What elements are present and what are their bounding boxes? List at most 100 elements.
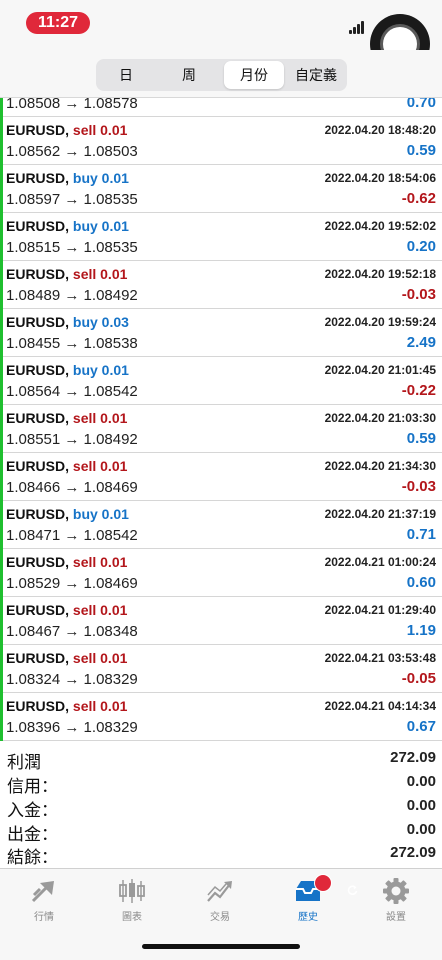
deal-profit: 0.60 bbox=[406, 574, 436, 591]
tab-history[interactable]: 歷史 bbox=[264, 869, 358, 929]
deal-row[interactable]: EURUSD, buy 0.01 2022.04.20 21:37:19 1.084… bbox=[0, 501, 442, 549]
deal-profit: 0.67 bbox=[406, 718, 436, 735]
deal-accent-bar bbox=[0, 117, 3, 165]
deal-title: EURUSD, sell 0.01 bbox=[6, 122, 127, 138]
deal-row[interactable]: EURUSD, sell 0.01 2022.04.20 19:52:18 1.08… bbox=[0, 261, 442, 309]
summary-value: 0.00 bbox=[406, 773, 436, 790]
deal-row[interactable]: EURUSD, buy 0.01 2022.04.20 21:01:45 1.085… bbox=[0, 357, 442, 405]
settings-icon bbox=[383, 878, 409, 904]
summary-label: 出金： bbox=[7, 825, 58, 844]
deal-row[interactable]: EURUSD, sell 0.01 2022.04.20 21:03:30 1.08… bbox=[0, 405, 442, 453]
tab-settings[interactable]: 設置 bbox=[352, 869, 440, 929]
deal-prices: 1.08597 → 1.08535 bbox=[6, 191, 138, 208]
deal-list[interactable]: 1.08508 → 1.08578 0.70 EURUSD, sell 0.01… bbox=[0, 98, 442, 742]
deal-row[interactable]: EURUSD, sell 0.01 2022.04.20 21:34:30 1.08… bbox=[0, 453, 442, 501]
deal-title: EURUSD, buy 0.01 bbox=[6, 362, 129, 378]
deal-side: sell 0.01 bbox=[72, 554, 128, 570]
deal-profit: 2.49 bbox=[406, 334, 436, 351]
deal-date: 2022.04.20 19:59:24 bbox=[324, 315, 436, 329]
deal-symbol: EURUSD, bbox=[6, 506, 70, 522]
chart-icon bbox=[119, 879, 145, 903]
deal-row[interactable]: EURUSD, buy 0.03 2022.04.20 19:59:24 1.084… bbox=[0, 309, 442, 357]
segment-week[interactable]: 周 bbox=[158, 59, 220, 91]
deal-side: sell 0.01 bbox=[72, 458, 128, 474]
deal-prices: 1.08467 → 1.08348 bbox=[6, 623, 138, 640]
deal-profit: -0.22 bbox=[401, 382, 436, 399]
deal-row[interactable]: EURUSD, sell 0.01 2022.04.21 01:00:24 1.08… bbox=[0, 549, 442, 597]
segment-day[interactable]: 日 bbox=[96, 59, 156, 91]
deal-side: buy 0.01 bbox=[72, 218, 129, 234]
tab-label: 行情 bbox=[34, 912, 54, 923]
summary-profit-row: 利潤 272.09 bbox=[0, 748, 442, 772]
deal-side: sell 0.01 bbox=[72, 650, 128, 666]
deal-date: 2022.04.20 19:52:18 bbox=[324, 267, 436, 281]
deal-profit: 0.59 bbox=[406, 430, 436, 447]
tab-chart[interactable]: 圖表 bbox=[88, 869, 176, 929]
segment-custom[interactable]: 自定義 bbox=[286, 59, 346, 91]
deal-accent-bar bbox=[0, 645, 3, 693]
deal-title: EURUSD, sell 0.01 bbox=[6, 554, 127, 570]
summary-balance-row: 結餘： 272.09 bbox=[0, 843, 442, 867]
deal-date: 2022.04.20 18:48:20 bbox=[324, 123, 436, 137]
deal-accent-bar bbox=[0, 261, 3, 309]
deal-row[interactable]: EURUSD, sell 0.01 2022.04.20 18:48:20 1.08… bbox=[0, 117, 442, 165]
deal-symbol: EURUSD, bbox=[6, 362, 70, 378]
deal-prices: 1.08471 → 1.08542 bbox=[6, 527, 138, 544]
deal-row-partial[interactable]: 1.08508 → 1.08578 0.70 bbox=[0, 98, 442, 117]
deal-accent-bar bbox=[0, 549, 3, 597]
history-badge-icon bbox=[314, 874, 358, 895]
home-indicator[interactable] bbox=[142, 944, 300, 949]
deal-row[interactable]: EURUSD, buy 0.01 2022.04.20 19:52:02 1.085… bbox=[0, 213, 442, 261]
status-bar: 11:27 bbox=[0, 0, 442, 74]
deal-symbol: EURUSD, bbox=[6, 698, 70, 714]
deal-profit: 1.19 bbox=[406, 622, 436, 639]
deal-accent-bar bbox=[0, 165, 3, 213]
deal-accent-bar bbox=[0, 501, 3, 549]
deal-date: 2022.04.21 01:00:24 bbox=[324, 555, 436, 569]
deal-date: 2022.04.20 21:03:30 bbox=[324, 411, 436, 425]
summary-value: 0.00 bbox=[406, 797, 436, 814]
segment-month[interactable]: 月份 bbox=[224, 61, 284, 89]
deal-symbol: EURUSD, bbox=[6, 554, 70, 570]
deal-date: 2022.04.21 03:53:48 bbox=[324, 651, 436, 665]
deal-symbol: EURUSD, bbox=[6, 218, 70, 234]
summary-value: 272.09 bbox=[390, 749, 436, 766]
deal-profit: 0.70 bbox=[406, 98, 436, 111]
tab-label: 歷史 bbox=[298, 912, 318, 923]
summary-withdrawal-row: 出金： 0.00 bbox=[0, 820, 442, 844]
deal-row[interactable]: EURUSD, buy 0.01 2022.04.20 18:54:06 1.085… bbox=[0, 165, 442, 213]
tab-label: 圖表 bbox=[122, 912, 142, 923]
deal-accent-bar bbox=[0, 405, 3, 453]
deal-row[interactable]: EURUSD, sell 0.01 2022.04.21 03:53:48 1.08… bbox=[0, 645, 442, 693]
deal-title: EURUSD, sell 0.01 bbox=[6, 266, 127, 282]
summary-deposit-row: 入金： 0.00 bbox=[0, 796, 442, 820]
deal-symbol: EURUSD, bbox=[6, 650, 70, 666]
deal-title: EURUSD, buy 0.01 bbox=[6, 170, 129, 186]
deal-profit: 0.59 bbox=[406, 142, 436, 159]
deal-row[interactable]: EURUSD, sell 0.01 2022.04.21 04:14:34 1.08… bbox=[0, 693, 442, 741]
deal-date: 2022.04.20 21:34:30 bbox=[324, 459, 436, 473]
deal-side: sell 0.01 bbox=[72, 698, 128, 714]
deal-profit: -0.62 bbox=[401, 190, 436, 207]
deal-symbol: EURUSD, bbox=[6, 266, 70, 282]
deal-date: 2022.04.21 04:14:34 bbox=[324, 699, 436, 713]
deal-symbol: EURUSD, bbox=[6, 170, 70, 186]
tab-quotes[interactable]: 行情 bbox=[0, 869, 88, 929]
summary-credit-row: 信用： 0.00 bbox=[0, 772, 442, 796]
deal-accent-bar bbox=[0, 693, 3, 741]
deal-prices: 1.08455 → 1.08538 bbox=[6, 335, 138, 352]
deal-side: sell 0.01 bbox=[72, 602, 128, 618]
deal-profit: -0.03 bbox=[401, 478, 436, 495]
deal-accent-bar bbox=[0, 309, 3, 357]
period-segmented-control: 日 周 月份 自定義 bbox=[96, 59, 347, 91]
tab-trade[interactable]: 交易 bbox=[176, 869, 264, 929]
deal-row[interactable]: EURUSD, sell 0.01 2022.04.21 01:29:40 1.08… bbox=[0, 597, 442, 645]
deal-profit: 0.20 bbox=[406, 238, 436, 255]
status-time: 11:27 bbox=[26, 12, 90, 34]
deal-symbol: EURUSD, bbox=[6, 314, 70, 330]
deal-symbol: EURUSD, bbox=[6, 458, 70, 474]
deal-prices: 1.08515 → 1.08535 bbox=[6, 239, 138, 256]
deal-date: 2022.04.20 18:54:06 bbox=[324, 171, 436, 185]
summary-value: 0.00 bbox=[406, 821, 436, 838]
deal-prices: 1.08489 → 1.08492 bbox=[6, 287, 138, 304]
